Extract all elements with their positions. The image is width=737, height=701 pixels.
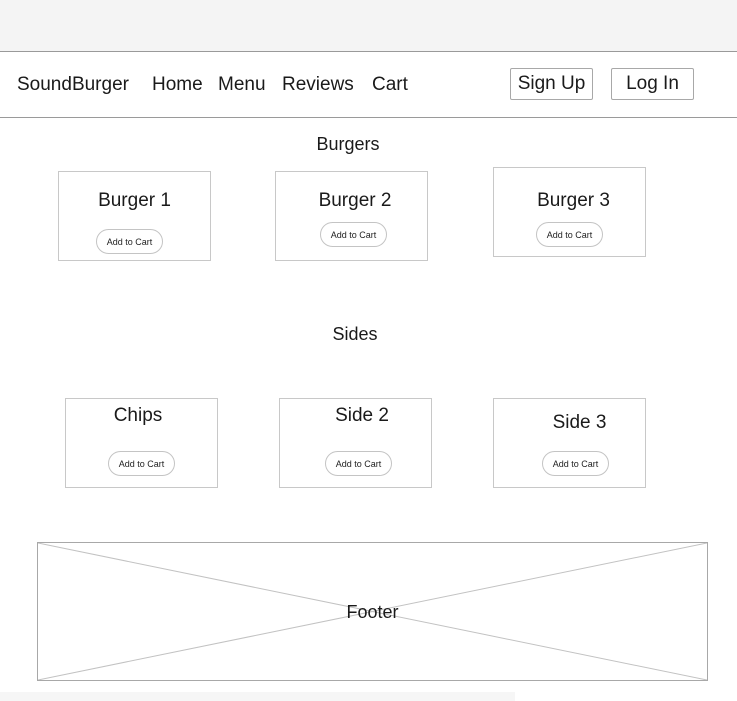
sides-section-title: Sides [332, 324, 378, 344]
horizontal-scrollbar[interactable] [0, 692, 515, 701]
burger-card-2: Burger 2 Add to Cart [275, 171, 428, 261]
product-name: Chips [113, 405, 163, 426]
product-name: Burger 1 [98, 190, 171, 211]
log-in-button[interactable]: Log In [611, 68, 694, 100]
nav-link-home[interactable]: Home [152, 73, 203, 97]
nav-link-cart[interactable]: Cart [372, 73, 408, 97]
browser-top-bar [0, 0, 737, 52]
navigation-bar: SoundBurger Home Menu Reviews Cart Sign … [0, 52, 737, 118]
nav-link-reviews[interactable]: Reviews [282, 73, 354, 97]
add-to-cart-button[interactable]: Add to Cart [536, 222, 603, 247]
side-card-1: Chips Add to Cart [65, 398, 218, 488]
page: SoundBurger Home Menu Reviews Cart Sign … [0, 0, 737, 701]
add-to-cart-button[interactable]: Add to Cart [108, 451, 175, 476]
product-name: Side 3 [552, 412, 607, 433]
product-name: Burger 3 [537, 190, 610, 211]
side-card-2: Side 2 Add to Cart [279, 398, 432, 488]
brand-logo[interactable]: SoundBurger [17, 73, 129, 97]
product-name: Burger 2 [318, 190, 392, 211]
nav-link-menu[interactable]: Menu [218, 73, 266, 97]
side-card-3: Side 3 Add to Cart [493, 398, 646, 488]
product-name: Side 2 [335, 405, 389, 426]
add-to-cart-button[interactable]: Add to Cart [96, 229, 163, 254]
burger-card-3: Burger 3 Add to Cart [493, 167, 646, 257]
add-to-cart-button[interactable]: Add to Cart [320, 222, 387, 247]
footer-placeholder: Footer [37, 542, 708, 681]
add-to-cart-button[interactable]: Add to Cart [542, 451, 609, 476]
footer-label: Footer [346, 602, 399, 622]
burger-card-1: Burger 1 Add to Cart [58, 171, 211, 261]
burgers-section-title: Burgers [316, 134, 380, 154]
sign-up-button[interactable]: Sign Up [510, 68, 593, 100]
add-to-cart-button[interactable]: Add to Cart [325, 451, 392, 476]
